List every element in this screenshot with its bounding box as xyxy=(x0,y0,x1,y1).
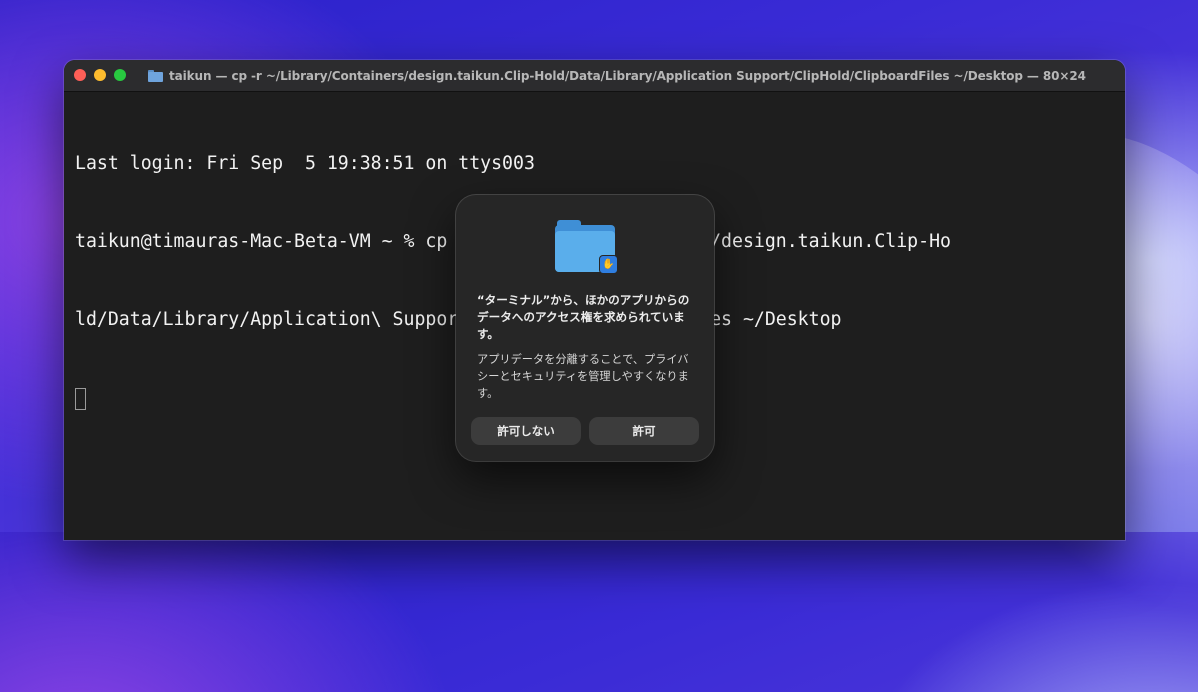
dialog-message: アプリデータを分離することで、プライバシーとセキュリティを管理しやすくなります。 xyxy=(477,353,689,400)
permission-dialog: ✋ “ターミナル”から、ほかのアプリからのデータへのアクセス権を求められています… xyxy=(456,195,714,461)
close-button[interactable] xyxy=(74,69,86,81)
window-title: taikun — cp -r ~/Library/Containers/desi… xyxy=(148,60,1086,91)
hand-icon: ✋ xyxy=(599,255,618,274)
minimize-button[interactable] xyxy=(94,69,106,81)
window-controls xyxy=(74,69,126,81)
deny-button[interactable]: 許可しない xyxy=(471,417,581,445)
allow-button[interactable]: 許可 xyxy=(589,417,699,445)
zoom-button[interactable] xyxy=(114,69,126,81)
terminal-line-last-login: Last login: Fri Sep 5 19:38:51 on ttys00… xyxy=(75,153,535,174)
window-title-text: taikun — cp -r ~/Library/Containers/desi… xyxy=(169,68,1086,83)
terminal-cursor xyxy=(75,388,86,410)
folder-icon xyxy=(148,69,163,82)
dialog-title: “ターミナル”から、ほかのアプリからのデータへのアクセス権を求められています。 xyxy=(477,293,690,341)
title-bar[interactable]: taikun — cp -r ~/Library/Containers/desi… xyxy=(64,60,1125,92)
